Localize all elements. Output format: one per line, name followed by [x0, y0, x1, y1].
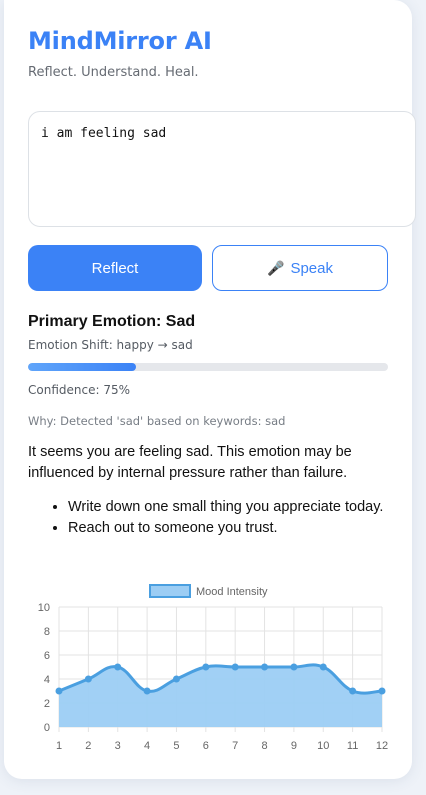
speak-button[interactable]: 🎤 Speak [212, 245, 388, 291]
x-tick-label: 7 [232, 740, 238, 752]
app-subtitle: Reflect. Understand. Heal. [28, 65, 199, 80]
y-tick-label: 4 [44, 674, 50, 686]
x-tick-label: 4 [144, 740, 150, 752]
data-point [349, 687, 357, 695]
speak-button-label: Speak [290, 259, 333, 277]
microphone-icon: 🎤 [267, 259, 285, 276]
x-tick-label: 11 [347, 740, 358, 752]
legend-swatch [149, 584, 191, 598]
x-tick-label: 12 [376, 740, 388, 752]
primary-emotion: Primary Emotion: Sad [28, 313, 196, 330]
y-tick-label: 6 [44, 650, 50, 662]
confidence-text: Confidence: 75% [28, 383, 130, 397]
data-point [55, 687, 63, 695]
list-item: Reach out to someone you trust. [68, 518, 386, 539]
data-point [143, 687, 151, 695]
data-point [378, 687, 386, 695]
confidence-bar [28, 363, 388, 371]
data-point [172, 675, 180, 683]
data-point [84, 675, 92, 683]
y-tick-label: 0 [44, 722, 50, 734]
data-point [290, 663, 298, 671]
x-tick-label: 10 [317, 740, 329, 752]
tips-list: Write down one small thing you appreciat… [46, 497, 386, 539]
mood-chart: Mood Intensity 0 2 4 6 8 10 1 2 3 4 5 6 7 8 9 10 11 12 [28, 580, 392, 755]
x-tick-label: 2 [85, 740, 91, 752]
x-tick-label: 9 [291, 740, 297, 752]
app-card: MindMirror AI Reflect. Understand. Heal.… [4, 0, 416, 779]
x-tick-label: 8 [261, 740, 267, 752]
x-tick-label: 6 [203, 740, 209, 752]
reflect-button[interactable]: Reflect [28, 245, 202, 291]
data-point [231, 663, 239, 671]
y-tick-label: 10 [38, 602, 50, 614]
data-point [261, 663, 269, 671]
why-explanation: Why: Detected 'sad' based on keywords: s… [28, 414, 286, 428]
x-tick-label: 5 [173, 740, 179, 752]
x-tick-label: 3 [115, 740, 121, 752]
emotion-shift: Emotion Shift: happy → sad [28, 338, 193, 352]
x-tick-label: 1 [56, 740, 62, 752]
data-point [202, 663, 210, 671]
y-tick-label: 8 [44, 626, 50, 638]
legend-label: Mood Intensity [196, 586, 268, 598]
data-point [319, 663, 327, 671]
mood-chart-svg: Mood Intensity02468101 2 3 4 5 6 7 8 9 10 11 12 [38, 584, 388, 752]
list-item: Write down one small thing you appreciat… [68, 497, 386, 518]
data-point [114, 663, 122, 671]
app-title: MindMirror AI [28, 27, 212, 55]
reflect-button-label: Reflect [91, 259, 139, 277]
confidence-bar-fill [28, 363, 136, 371]
reflection-message: It seems you are feeling sad. This emoti… [28, 444, 352, 481]
y-tick-label: 2 [44, 698, 50, 710]
feelings-input[interactable]: i am feeling sad [28, 111, 416, 227]
